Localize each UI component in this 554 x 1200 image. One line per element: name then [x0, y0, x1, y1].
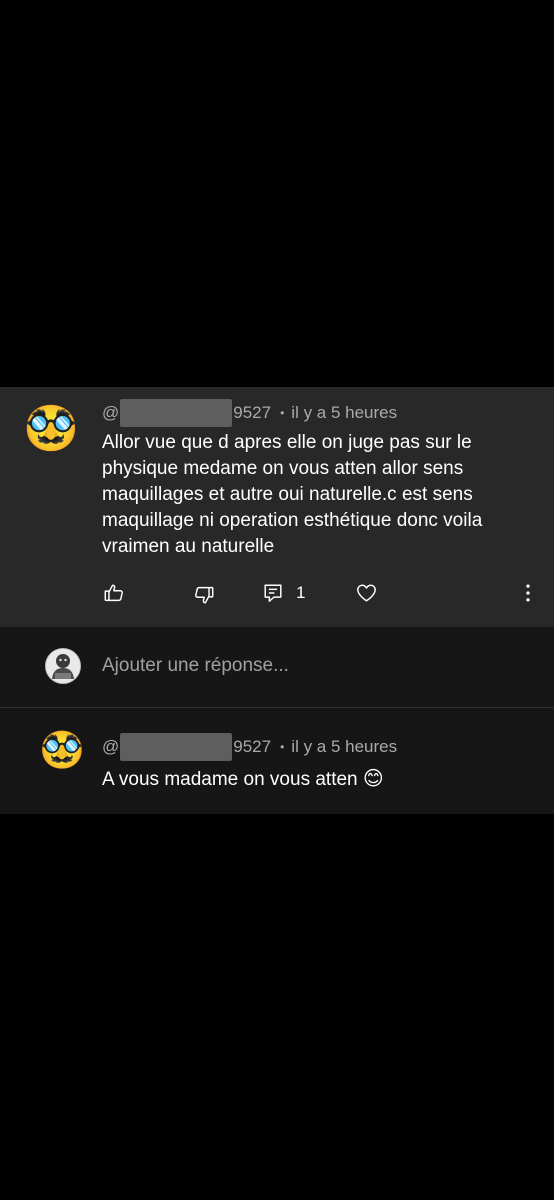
- reply-meta: @ 9527 • il y a 5 heures: [102, 733, 397, 761]
- user-avatar: [45, 648, 81, 684]
- like-button[interactable]: [103, 582, 125, 604]
- comment-text: Allor vue que d apres elle on juge pas s…: [102, 432, 483, 557]
- comment-actions: 1: [0, 578, 554, 610]
- more-vertical-icon: [517, 582, 539, 604]
- reply-text-row: A vous madame on vous atten 😊: [102, 765, 522, 793]
- more-options-button[interactable]: [517, 582, 539, 604]
- meta-separator: •: [280, 740, 285, 754]
- heart-icon: [355, 582, 378, 604]
- reply-handle-prefix[interactable]: @: [102, 737, 119, 757]
- comment-card: 🥸 @ 9527 • il y a 5 heures Allor vue que…: [0, 387, 554, 627]
- comment-handle-suffix[interactable]: 9527: [233, 403, 271, 423]
- redacted-username: [120, 733, 233, 761]
- smile-emoji: 😊: [362, 766, 384, 790]
- reply-timestamp: il y a 5 heures: [291, 737, 398, 756]
- reply-text: A vous madame on vous atten: [102, 769, 358, 790]
- reply-count: 1: [296, 583, 306, 602]
- reply-input[interactable]: [102, 655, 522, 677]
- meta-separator: •: [280, 406, 285, 420]
- reply-handle-suffix[interactable]: 9527: [233, 737, 271, 757]
- reply-card: 🥸 @ 9527 • il y a 5 heures A vous madame…: [0, 708, 554, 814]
- commenter-avatar[interactable]: 🥸: [22, 400, 80, 458]
- thumbs-up-icon: [103, 582, 125, 604]
- reply-commenter-avatar[interactable]: 🥸: [39, 728, 85, 774]
- comment-handle-prefix[interactable]: @: [102, 403, 119, 423]
- replies-button[interactable]: 1: [262, 582, 305, 604]
- comment-meta: @ 9527 • il y a 5 heures: [102, 399, 397, 427]
- reply-input-bar: [0, 627, 554, 707]
- comment-timestamp: il y a 5 heures: [291, 403, 398, 422]
- heart-button[interactable]: [355, 582, 378, 604]
- thumbs-down-icon: [193, 584, 215, 606]
- dislike-button[interactable]: [193, 584, 215, 606]
- comment-icon: [262, 582, 284, 604]
- redacted-username: [120, 399, 233, 427]
